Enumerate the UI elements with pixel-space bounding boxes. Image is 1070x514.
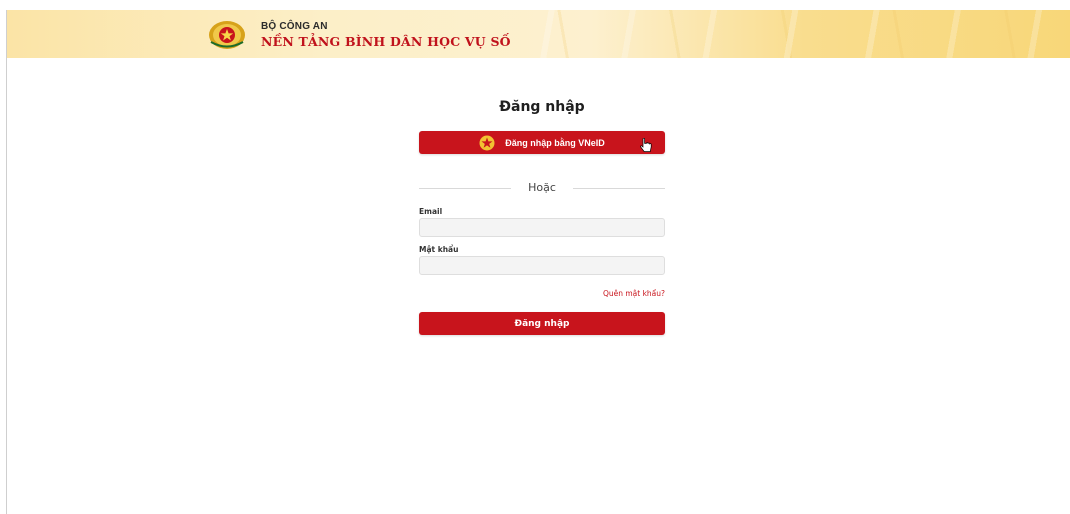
site-header: BỘ CÔNG AN NỀN TẢNG BÌNH DÂN HỌC VỤ SỐ xyxy=(7,10,1070,58)
vneid-login-label: Đăng nhập bằng VNeID xyxy=(505,137,605,148)
vneid-star-icon xyxy=(479,135,495,150)
brand-platform-name[interactable]: NỀN TẢNG BÌNH DÂN HỌC VỤ SỐ xyxy=(261,34,511,49)
email-label: Email xyxy=(419,207,443,216)
email-field[interactable] xyxy=(419,218,665,237)
or-divider: Hoặc xyxy=(419,181,665,195)
password-field[interactable] xyxy=(419,256,665,275)
page-title: Đăng nhập xyxy=(499,99,585,115)
forgot-password-link[interactable]: Quên mật khẩu? xyxy=(419,289,665,298)
browser-viewport: BỘ CÔNG AN NỀN TẢNG BÌNH DÂN HỌC VỤ SỐ Đ… xyxy=(6,10,1070,514)
header-pattern xyxy=(510,10,1070,58)
divider-line-right xyxy=(573,188,665,189)
police-emblem-icon[interactable] xyxy=(208,20,246,50)
password-label: Mật khẩu xyxy=(419,245,459,254)
mouse-pointer-icon xyxy=(640,138,652,152)
vneid-login-button[interactable]: Đăng nhập bằng VNeID xyxy=(419,131,665,154)
login-submit-button[interactable]: Đăng nhập xyxy=(419,312,665,335)
brand-ministry: BỘ CÔNG AN xyxy=(261,21,328,32)
